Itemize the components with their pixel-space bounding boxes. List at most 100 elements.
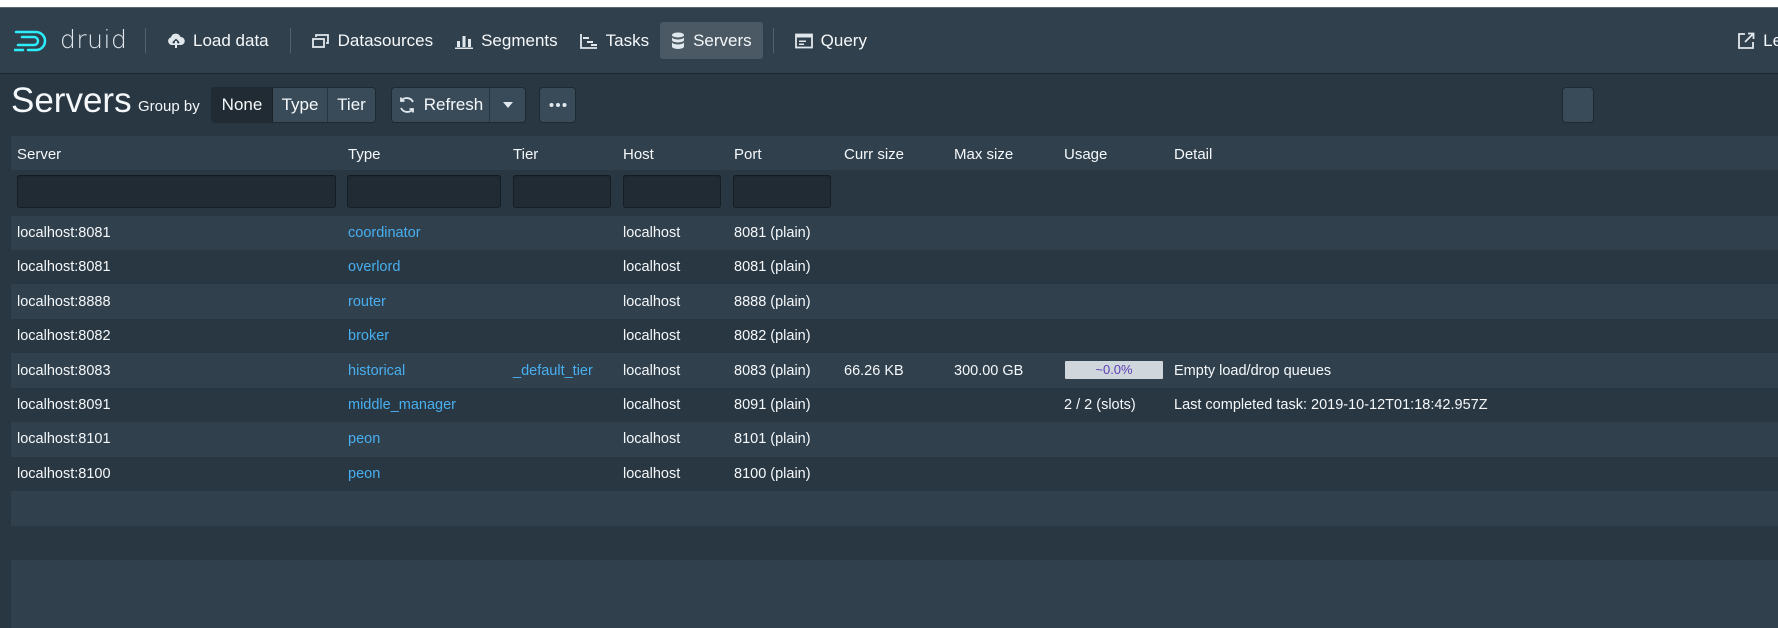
cell-port: 8888 (plain)	[734, 293, 811, 310]
multi-select-icon	[311, 33, 329, 48]
nav-load-data[interactable]: Load data	[156, 22, 280, 59]
cell-type[interactable]: peon	[348, 431, 380, 447]
more-icon	[549, 103, 566, 107]
cell-server: localhost:8091	[17, 397, 111, 413]
filter-row	[11, 170, 1778, 216]
nav-datasources-label: Datasources	[337, 30, 434, 50]
database-icon	[672, 32, 685, 49]
cell-port: 8091 (plain)	[734, 397, 811, 413]
table-row: localhost:8888 router localhost 8888 (plain…	[11, 284, 1778, 319]
cell-server: localhost:8081	[17, 259, 111, 276]
cell-host: localhost	[623, 259, 681, 276]
nav-query[interactable]: Query	[784, 22, 878, 59]
cell-host: localhost	[623, 397, 681, 413]
refresh-button[interactable]: Refresh	[392, 88, 490, 122]
cell-type[interactable]: historical	[348, 363, 405, 379]
cell-host: localhost	[623, 362, 681, 379]
group-by-type-button[interactable]: Type	[273, 88, 328, 122]
column-header-host[interactable]: Host	[623, 146, 654, 163]
table-row: localhost:8081 coordinator localhost 8081 (…	[11, 216, 1778, 250]
nav-legacy-label: Legacy	[1763, 30, 1778, 50]
column-header-tier[interactable]: Tier	[513, 146, 538, 163]
port-filter-input[interactable]	[733, 175, 831, 208]
group-by-buttons: None Type Tier	[212, 88, 375, 122]
refresh-label: Refresh	[423, 95, 484, 114]
column-header-type[interactable]: Type	[348, 146, 381, 163]
table-row: localhost:8083 historical _default_tier loc…	[11, 353, 1778, 388]
group-by-none-button[interactable]: None	[212, 88, 273, 122]
cell-server: localhost:8082	[17, 328, 111, 345]
nav-servers-label: Servers	[693, 30, 752, 50]
cell-port: 8100 (plain)	[734, 465, 811, 482]
host-filter-input[interactable]	[623, 175, 721, 208]
empty-table-row	[11, 525, 1778, 560]
gantt-chart-icon	[579, 33, 597, 49]
cell-type[interactable]: coordinator	[348, 225, 421, 241]
refresh-button-group: Refresh	[392, 88, 525, 122]
table-row: localhost:8081 overlord localhost 8081 (pla…	[11, 250, 1778, 285]
cell-type[interactable]: middle_manager	[348, 397, 456, 413]
nav-datasources[interactable]: Datasources	[301, 22, 444, 59]
column-header-curr-size[interactable]: Curr size	[844, 146, 904, 163]
cell-type[interactable]: router	[348, 294, 386, 310]
cell-server: localhost:8101	[17, 431, 111, 448]
cell-port: 8081 (plain)	[734, 259, 811, 276]
nav-divider	[289, 28, 291, 53]
nav-legacy[interactable]: Legacy	[1737, 22, 1778, 59]
cell-host: localhost	[623, 465, 681, 482]
nav-load-data-label: Load data	[193, 30, 269, 50]
stacked-chart-icon	[455, 35, 474, 49]
table-row: localhost:8091 middle_manager localhost 809…	[11, 388, 1778, 422]
tier-filter-input[interactable]	[513, 175, 611, 208]
cell-detail: Empty load/drop queues	[1174, 362, 1332, 379]
cell-port: 8081 (plain)	[734, 225, 811, 241]
cell-type[interactable]: peon	[348, 466, 380, 482]
table-header: Server Type Tier Host Port Curr size Max…	[11, 136, 1778, 170]
group-by-label: Group by	[138, 98, 200, 115]
server-filter-input[interactable]	[17, 175, 336, 208]
cell-server: localhost:8100	[17, 465, 111, 482]
nav-servers[interactable]: Servers	[660, 22, 763, 59]
cell-port: 8082 (plain)	[734, 328, 811, 345]
column-header-max-size[interactable]: Max size	[954, 146, 1013, 163]
nav-divider	[772, 28, 774, 53]
nav-tasks-label: Tasks	[605, 30, 650, 50]
refresh-options-dropdown[interactable]	[490, 88, 525, 122]
column-header-detail[interactable]: Detail	[1174, 146, 1212, 163]
cell-host: localhost	[623, 293, 681, 310]
cell-type[interactable]: broker	[348, 328, 389, 344]
cell-host: localhost	[623, 225, 681, 241]
share-icon	[1738, 32, 1755, 49]
refresh-icon	[399, 97, 414, 113]
nav-query-label: Query	[820, 30, 867, 50]
usage-progress-bar: ~0.0%	[1065, 360, 1163, 379]
application-icon	[794, 33, 813, 48]
group-by-tier-button[interactable]: Tier	[328, 88, 375, 122]
nav-tasks[interactable]: Tasks	[569, 22, 660, 59]
cell-detail: Last completed task: 2019-10-12T01:18:42…	[1174, 397, 1488, 413]
nav-segments-label: Segments	[481, 30, 558, 50]
cell-port: 8101 (plain)	[734, 431, 811, 448]
cell-tier[interactable]: _default_tier	[513, 363, 593, 379]
servers-table: Server Type Tier Host Port Curr size Max…	[11, 136, 1778, 628]
top-navbar: druid Load data Datasources Segments Tas…	[0, 8, 1778, 73]
table-row: localhost:8100 peon localhost 8100 (plain)	[11, 456, 1778, 491]
cell-host: localhost	[623, 431, 681, 448]
more-options-button[interactable]	[540, 88, 575, 122]
cell-type[interactable]: overlord	[348, 259, 400, 275]
cell-server: localhost:8083	[17, 362, 111, 379]
druid-logo[interactable]: druid	[0, 8, 135, 73]
column-header-server[interactable]: Server	[17, 146, 61, 163]
brand-text: druid	[60, 25, 128, 54]
column-header-usage[interactable]: Usage	[1064, 146, 1107, 163]
cell-usage: 2 / 2 (slots)	[1064, 397, 1136, 413]
cell-server: localhost:8888	[17, 293, 111, 310]
type-filter-input[interactable]	[347, 175, 501, 208]
column-picker-button[interactable]	[1563, 88, 1593, 122]
cell-server: localhost:8081	[17, 225, 111, 241]
page-title: Servers	[11, 81, 132, 120]
empty-table-row	[11, 491, 1778, 526]
cell-curr-size: 66.26 KB	[844, 362, 904, 379]
nav-segments[interactable]: Segments	[444, 22, 569, 59]
column-header-port[interactable]: Port	[734, 146, 762, 163]
